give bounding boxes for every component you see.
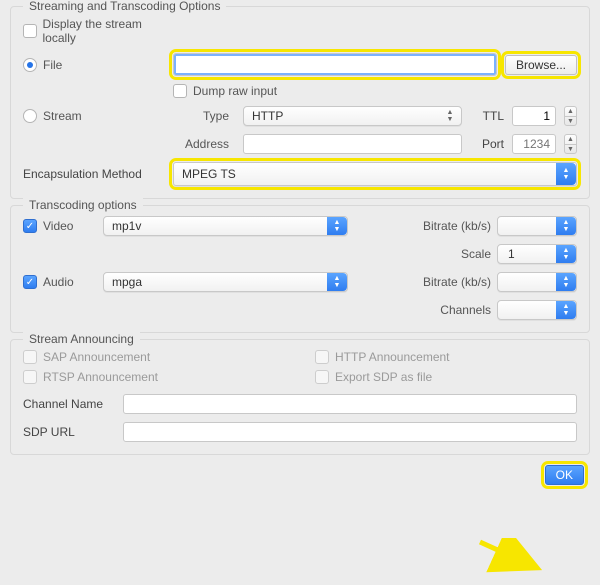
video-bitrate-select[interactable]: ▲▼ bbox=[497, 216, 577, 236]
dump-raw-checkbox[interactable] bbox=[173, 84, 187, 98]
display-locally-label: Display the stream locally bbox=[43, 17, 173, 45]
chevron-updown-icon: ▲▼ bbox=[556, 245, 576, 263]
http-ann-label: HTTP Announcement bbox=[335, 350, 450, 364]
stream-type-label: Type bbox=[173, 109, 229, 123]
audio-bitrate-input[interactable] bbox=[506, 273, 554, 291]
announcing-fieldset: Stream Announcing SAP Announcement HTTP … bbox=[10, 339, 590, 455]
address-label: Address bbox=[173, 137, 229, 151]
video-label: Video bbox=[43, 219, 73, 233]
chevron-updown-icon: ▲▼ bbox=[556, 217, 576, 235]
transcoding-legend: Transcoding options bbox=[23, 198, 143, 212]
sdp-url-label: SDP URL bbox=[23, 425, 123, 439]
output-file-radio[interactable] bbox=[23, 58, 37, 72]
address-input[interactable] bbox=[243, 134, 462, 154]
port-label: Port bbox=[470, 137, 504, 151]
video-scale-label: Scale bbox=[409, 247, 491, 261]
audio-channels-label: Channels bbox=[409, 303, 491, 317]
chevron-updown-icon: ▲▼ bbox=[556, 163, 576, 185]
display-locally-checkbox[interactable] bbox=[23, 24, 37, 38]
ttl-label: TTL bbox=[470, 109, 504, 123]
file-path-input[interactable] bbox=[173, 53, 497, 76]
rtsp-checkbox bbox=[23, 370, 37, 384]
video-enable-checkbox[interactable]: ✓ bbox=[23, 219, 37, 233]
streaming-fieldset: Streaming and Transcoding Options Displa… bbox=[10, 6, 590, 199]
encapsulation-value: MPEG TS bbox=[182, 167, 236, 181]
audio-channels-select[interactable]: ▲▼ bbox=[497, 300, 577, 320]
video-scale-select[interactable]: ▲▼ bbox=[497, 244, 577, 264]
output-stream-radio[interactable] bbox=[23, 109, 37, 123]
encap-label: Encapsulation Method bbox=[23, 167, 142, 181]
announcing-legend: Stream Announcing bbox=[23, 332, 140, 346]
sap-label: SAP Announcement bbox=[43, 350, 150, 364]
http-ann-checkbox bbox=[315, 350, 329, 364]
ttl-stepper[interactable]: ▲▼ bbox=[564, 106, 577, 126]
video-scale-input[interactable] bbox=[506, 245, 554, 263]
video-bitrate-label: Bitrate (kb/s) bbox=[409, 219, 491, 233]
video-bitrate-input[interactable] bbox=[506, 217, 554, 235]
annotation-arrow-icon bbox=[478, 538, 548, 576]
chevron-updown-icon: ▲▼ bbox=[327, 273, 347, 291]
audio-bitrate-select[interactable]: ▲▼ bbox=[497, 272, 577, 292]
browse-button[interactable]: Browse... bbox=[505, 55, 577, 75]
audio-codec-select[interactable]: mpga ▲▼ bbox=[103, 272, 348, 292]
chevron-updown-icon: ▲▼ bbox=[327, 217, 347, 235]
sap-checkbox bbox=[23, 350, 37, 364]
stream-type-value: HTTP bbox=[252, 109, 283, 123]
video-codec-select[interactable]: mp1v ▲▼ bbox=[103, 216, 348, 236]
chevron-updown-icon: ▲▼ bbox=[556, 301, 576, 319]
stream-type-select[interactable]: HTTP ▲▼ bbox=[243, 106, 462, 126]
channel-name-label: Channel Name bbox=[23, 397, 123, 411]
export-sdp-checkbox bbox=[315, 370, 329, 384]
dump-raw-label: Dump raw input bbox=[193, 84, 277, 98]
transcoding-fieldset: Transcoding options ✓ Video mp1v ▲▼ Bitr… bbox=[10, 205, 590, 333]
ttl-field[interactable] bbox=[512, 106, 556, 126]
audio-label: Audio bbox=[43, 275, 74, 289]
rtsp-label: RTSP Announcement bbox=[43, 370, 158, 384]
port-field[interactable] bbox=[512, 134, 556, 154]
chevron-updown-icon: ▲▼ bbox=[556, 273, 576, 291]
port-stepper[interactable]: ▲▼ bbox=[564, 134, 577, 154]
audio-codec-value: mpga bbox=[112, 275, 142, 289]
ok-button[interactable]: OK bbox=[545, 465, 584, 485]
channel-name-input[interactable] bbox=[123, 394, 577, 414]
encapsulation-select[interactable]: MPEG TS ▲▼ bbox=[173, 162, 577, 186]
audio-enable-checkbox[interactable]: ✓ bbox=[23, 275, 37, 289]
video-codec-value: mp1v bbox=[112, 219, 141, 233]
audio-bitrate-label: Bitrate (kb/s) bbox=[409, 275, 491, 289]
output-file-label: File bbox=[43, 58, 62, 72]
streaming-legend: Streaming and Transcoding Options bbox=[23, 0, 226, 13]
sdp-url-input[interactable] bbox=[123, 422, 577, 442]
updown-icon: ▲▼ bbox=[443, 109, 457, 123]
output-stream-label: Stream bbox=[43, 109, 82, 123]
audio-channels-input[interactable] bbox=[506, 301, 554, 319]
export-sdp-label: Export SDP as file bbox=[335, 370, 432, 384]
